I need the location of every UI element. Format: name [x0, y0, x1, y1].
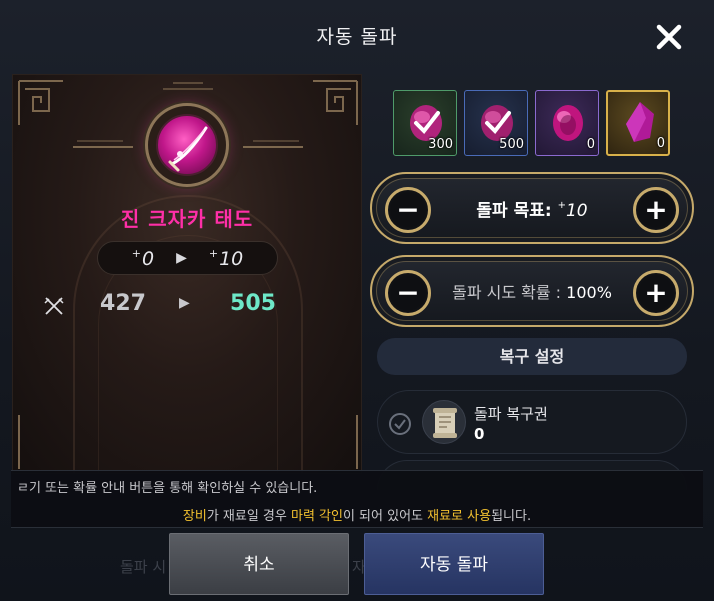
recovery-item-count: 0	[474, 425, 485, 443]
breakthrough-goal-stepper: − 돌파 목표: +10 +	[370, 172, 694, 244]
attack-stat-row: 427 ▶ 505	[13, 289, 361, 323]
gem-icon	[553, 105, 583, 141]
cancel-button[interactable]: 취소	[169, 533, 349, 595]
material-count: 0	[586, 137, 595, 152]
chance-label: 돌파 시도 확률 : 100%	[452, 283, 612, 302]
item-name: 진 크자카 태도	[120, 207, 254, 231]
plus-icon: +	[644, 276, 668, 309]
stat-current: 427	[100, 291, 146, 316]
material-slot-gold[interactable]: 0	[606, 90, 670, 156]
item-icon-medallion	[145, 103, 229, 187]
minus-icon: −	[396, 276, 420, 309]
title-bar: 자동 돌파	[0, 0, 714, 74]
recovery-ticket-option[interactable]: 돌파 복구권 0	[377, 390, 687, 454]
material-slot-purple[interactable]: 0	[535, 90, 599, 156]
success-chance-stepper: − 돌파 시도 확률 : 100% +	[370, 255, 694, 327]
material-slot-blue[interactable]: 500	[464, 90, 528, 156]
check-circle-icon[interactable]	[388, 412, 412, 436]
chance-decrease-button[interactable]: −	[385, 270, 431, 316]
scroll-icon	[422, 400, 466, 444]
plus-icon: +	[644, 193, 668, 226]
stat-result: 505	[230, 291, 276, 316]
close-icon[interactable]	[652, 20, 686, 54]
material-count: 0	[656, 136, 665, 151]
goal-decrease-button[interactable]: −	[385, 187, 431, 233]
dialog-title: 자동 돌파	[316, 26, 398, 48]
material-count: 500	[499, 137, 524, 152]
material-count: 300	[428, 137, 453, 152]
stat-arrow-icon: ▶	[179, 295, 190, 311]
auto-breakthrough-dialog: 자동 돌파 진 크자카 태도 +0 ▶ +10 427 ▶ 505 300 50…	[0, 0, 714, 601]
item-preview-panel: 진 크자카 태도 +0 ▶ +10 427 ▶ 505	[12, 74, 362, 474]
notice-line-1: ㄹ기 또는 확률 안내 버튼을 통해 확인하실 수 있습니다.	[17, 481, 318, 496]
auto-breakthrough-button[interactable]: 자동 돌파	[364, 533, 544, 595]
background-text: 돌파 시	[120, 558, 167, 576]
level-arrow-icon: ▶	[176, 250, 187, 266]
crossed-swords-icon	[44, 297, 64, 315]
notice-panel: ㄹ기 또는 확률 안내 버튼을 통해 확인하실 수 있습니다. 장비가 재료일 …	[11, 470, 703, 528]
recovery-item-name: 돌파 복구권	[474, 405, 548, 423]
goal-label: 돌파 목표: +10	[476, 200, 588, 221]
crystal-icon	[626, 102, 654, 142]
level-to: +10	[208, 246, 244, 270]
notice-line-2: 장비가 재료일 경우 마력 각인이 되어 있어도 재료로 사용됩니다.	[182, 509, 532, 524]
sword-icon	[156, 114, 218, 176]
recovery-settings-header: 복구 설정	[377, 338, 687, 375]
chance-increase-button[interactable]: +	[633, 270, 679, 316]
level-from: +0	[131, 246, 155, 270]
material-slot-green[interactable]: 300	[393, 90, 457, 156]
level-change: +0 ▶ +10	[97, 241, 278, 275]
goal-increase-button[interactable]: +	[633, 187, 679, 233]
minus-icon: −	[396, 193, 420, 226]
